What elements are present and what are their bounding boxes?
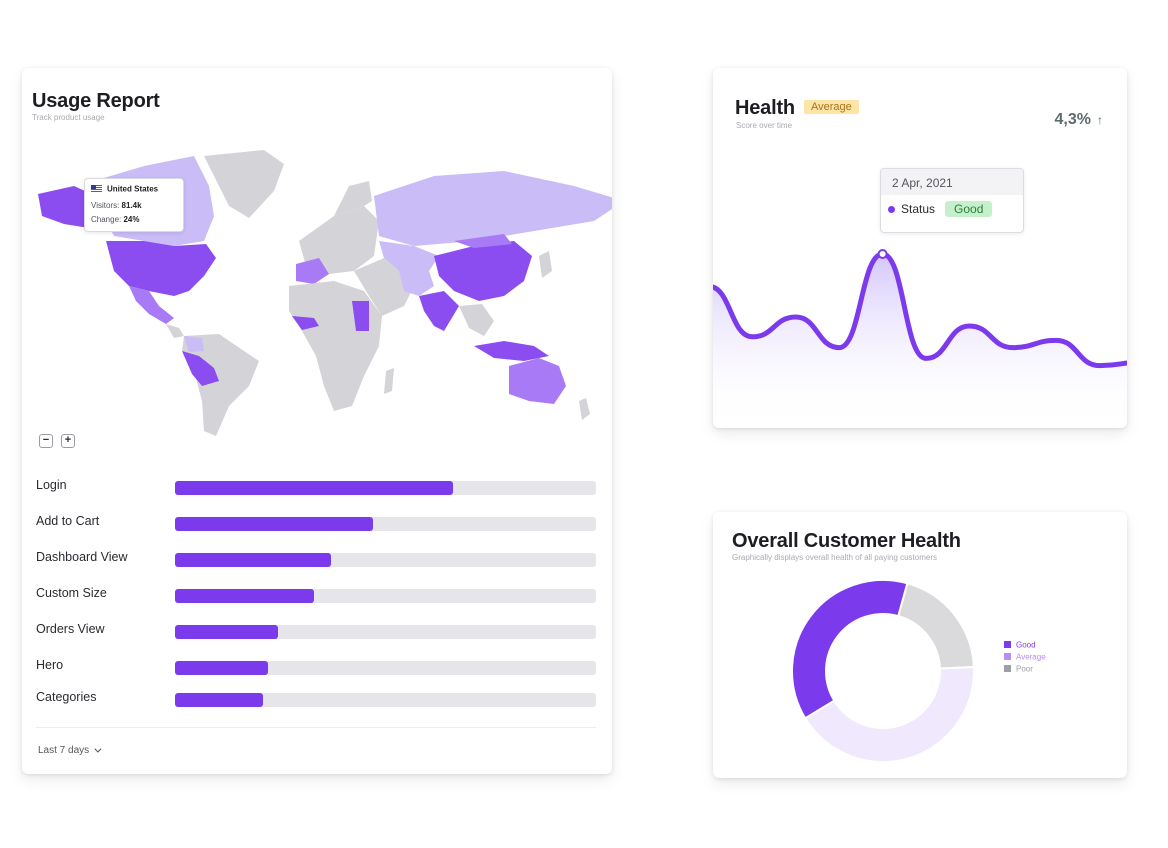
health-tooltip-status-label: Status bbox=[901, 202, 936, 216]
legend-item: Average bbox=[1004, 652, 1046, 664]
health-subtitle: Score over time bbox=[736, 121, 793, 130]
usage-bar-fill bbox=[175, 517, 373, 531]
map-new-zealand bbox=[579, 398, 590, 420]
legend-swatch bbox=[1004, 665, 1011, 673]
usage-bar-track bbox=[175, 589, 596, 603]
map-se-asia bbox=[459, 304, 494, 336]
health-trend: 4,3% ↑ bbox=[1055, 111, 1103, 129]
overall-health-title: Overall Customer Health bbox=[732, 530, 961, 552]
usage-bar-fill bbox=[175, 589, 314, 603]
zoom-out-button[interactable]: − bbox=[39, 434, 53, 448]
map-madagascar bbox=[384, 368, 394, 394]
usage-bar-label: Orders View bbox=[36, 622, 105, 636]
zoom-in-button[interactable]: + bbox=[61, 434, 75, 448]
donut-legend: Good Average Poor bbox=[1004, 640, 1046, 676]
usage-report-card: Usage Report Track product usage United … bbox=[22, 68, 612, 774]
map-china bbox=[434, 241, 532, 301]
legend-item: Poor bbox=[1004, 664, 1046, 676]
period-dropdown-label: Last 7 days bbox=[38, 745, 90, 756]
map-tooltip-change-value: 24% bbox=[123, 215, 140, 225]
status-dot-icon bbox=[888, 205, 895, 213]
map-tooltip-change-label: Change: bbox=[91, 215, 122, 225]
usage-bar-row: Login bbox=[36, 476, 598, 496]
legend-label: Average bbox=[1016, 652, 1046, 662]
map-usa bbox=[106, 241, 216, 296]
donut-slice-average[interactable] bbox=[803, 666, 975, 763]
usage-bar-label: Custom Size bbox=[36, 586, 107, 600]
chevron-down-icon bbox=[94, 745, 102, 753]
legend-item: Good bbox=[1004, 640, 1046, 652]
usage-bar-track bbox=[175, 553, 596, 567]
usage-report-title: Usage Report bbox=[32, 90, 160, 112]
map-india bbox=[419, 291, 459, 331]
usage-bar-track bbox=[175, 661, 596, 675]
map-tooltip-country: United States bbox=[107, 184, 159, 194]
usage-bar-fill bbox=[175, 481, 453, 495]
legend-label: Good bbox=[1016, 640, 1036, 650]
health-title: Health bbox=[735, 97, 795, 119]
usage-bar-row: Dashboard View bbox=[36, 548, 598, 568]
health-trend-value: 4,3% bbox=[1054, 111, 1091, 128]
health-tooltip-date: 2 Apr, 2021 bbox=[881, 169, 1023, 195]
usage-bar-fill bbox=[175, 661, 268, 675]
usage-bar-track bbox=[175, 693, 596, 707]
usage-report-subtitle: Track product usage bbox=[32, 113, 105, 122]
usage-bar-row: Orders View bbox=[36, 620, 598, 640]
map-australia bbox=[509, 358, 566, 404]
map-tooltip-visitors-label: Visitors: bbox=[91, 201, 120, 211]
usage-bar-fill bbox=[175, 625, 279, 639]
usage-bar-track bbox=[175, 517, 596, 531]
donut-slice-good[interactable] bbox=[791, 579, 909, 720]
health-tooltip-status-badge: Good bbox=[945, 201, 993, 217]
health-tooltip: 2 Apr, 2021 Status Good bbox=[880, 168, 1024, 233]
health-marker bbox=[877, 249, 888, 259]
map-greenland bbox=[204, 150, 284, 218]
health-status-badge: Average bbox=[804, 100, 859, 114]
usage-bar-row: Add to Cart bbox=[36, 512, 598, 532]
customer-health-donut bbox=[791, 579, 975, 763]
usage-bar-label: Categories bbox=[36, 690, 97, 704]
map-japan bbox=[539, 251, 552, 278]
overall-health-subtitle: Graphically displays overall health of a… bbox=[732, 553, 937, 562]
legend-label: Poor bbox=[1016, 664, 1033, 674]
legend-swatch bbox=[1004, 641, 1011, 649]
usage-bar-fill bbox=[175, 693, 264, 707]
footer-divider bbox=[36, 727, 596, 728]
usage-bar-track bbox=[175, 625, 596, 639]
usage-bar-label: Add to Cart bbox=[36, 514, 100, 528]
usage-bar-row: Custom Size bbox=[36, 584, 598, 604]
arrow-up-icon: ↑ bbox=[1097, 113, 1103, 127]
donut-slice-poor[interactable] bbox=[897, 582, 975, 670]
map-russia bbox=[374, 171, 612, 246]
usage-bar-row: Categories bbox=[36, 688, 598, 708]
overall-health-card: Overall Customer Health Graphically disp… bbox=[713, 512, 1127, 778]
period-dropdown[interactable]: Last 7 days bbox=[38, 745, 102, 756]
usage-bar-fill bbox=[175, 553, 331, 567]
map-tooltip-visitors-value: 81.4k bbox=[121, 201, 142, 211]
usage-bar-row: Hero bbox=[36, 656, 598, 676]
health-card: Health Average Score over time 4,3% ↑ 2 A… bbox=[713, 68, 1127, 428]
map-africa bbox=[289, 281, 382, 411]
us-flag-icon bbox=[91, 185, 102, 193]
map-indonesia bbox=[474, 341, 549, 361]
usage-bar-label: Hero bbox=[36, 658, 64, 672]
usage-bar-label: Login bbox=[36, 478, 67, 492]
usage-bar-label: Dashboard View bbox=[36, 550, 128, 564]
map-tooltip: United States Visitors: 81.4k Change: 24… bbox=[84, 178, 184, 232]
usage-bar-track bbox=[175, 481, 596, 495]
legend-swatch bbox=[1004, 653, 1011, 661]
map-central-america bbox=[166, 324, 184, 338]
